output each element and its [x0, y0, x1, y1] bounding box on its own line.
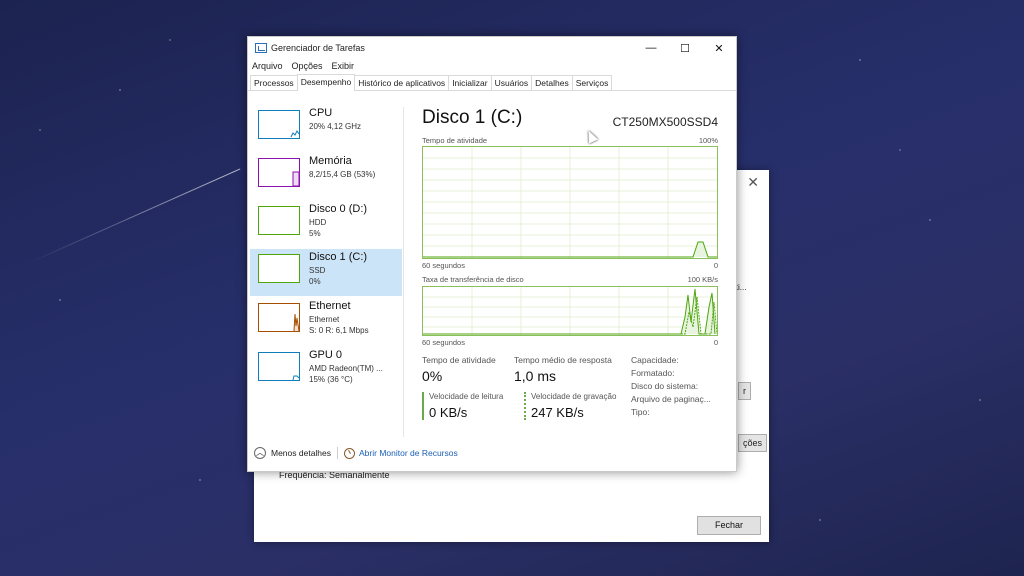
task-manager-window: Gerenciador de Tarefas — ☐ ✕ Arquivo Opç… — [247, 36, 737, 472]
sidebar-item-detail: AMD Radeon(TM) ... — [309, 364, 383, 373]
prop-capacidade: Capacidade: — [631, 355, 679, 365]
cpu-thumbnail — [258, 110, 300, 139]
task-manager-icon — [255, 43, 267, 53]
menu-arquivo[interactable]: Arquivo — [252, 61, 283, 71]
sidebar-item-gpu[interactable]: GPU 0 AMD Radeon(TM) ... 15% (36 °C) — [250, 347, 402, 394]
gpu-thumbnail — [258, 352, 300, 381]
menu-bar: Arquivo Opções Exibir — [248, 59, 736, 73]
resource-monitor-icon — [344, 447, 356, 459]
dialog-side-button-2[interactable]: ções — [738, 434, 768, 452]
active-time-label: Tempo de atividade — [422, 355, 496, 365]
menu-exibir[interactable]: Exibir — [332, 61, 355, 71]
sidebar-item-detail: Ethernet — [309, 315, 340, 324]
tab-bar: Processos Desempenho Histórico de aplica… — [248, 74, 736, 91]
active-time-graph — [422, 146, 718, 259]
chevron-up-icon[interactable]: ︿ — [254, 447, 266, 459]
sidebar-item-label: Memória — [309, 155, 352, 167]
sidebar-item-detail: SSD — [309, 266, 326, 275]
dialog-close-icon[interactable]: ✕ — [747, 174, 759, 191]
graph2-xleft: 60 segundos — [422, 338, 465, 347]
title-bar[interactable]: Gerenciador de Tarefas — ☐ ✕ — [248, 37, 736, 59]
prop-disco-sistema: Disco do sistema: — [631, 381, 699, 391]
sidebar-item-usage: 15% (36 °C) — [309, 375, 353, 384]
read-speed-label: Velocidade de leitura — [429, 392, 504, 401]
tab-historico[interactable]: Histórico de aplicativos — [354, 75, 450, 90]
sidebar-item-detail: 20% 4,12 GHz — [309, 122, 362, 131]
graph1-xleft: 60 segundos — [422, 261, 465, 270]
disk1-thumbnail — [258, 254, 300, 283]
menu-opcoes[interactable]: Opções — [292, 61, 323, 71]
graph1-label: Tempo de atividade — [422, 136, 488, 145]
sidebar-item-usage: 0% — [309, 277, 321, 286]
tab-detalhes[interactable]: Detalhes — [531, 75, 573, 90]
read-speed-box: Velocidade de leitura 0 KB/s — [422, 392, 503, 420]
sidebar-item-detail: HDD — [309, 218, 327, 227]
prop-tipo: Tipo: — [631, 407, 650, 417]
tab-desempenho[interactable]: Desempenho — [296, 74, 356, 91]
sidebar-item-disco1[interactable]: Disco 1 (C:) SSD 0% — [250, 249, 402, 296]
sidebar-item-label: GPU 0 — [309, 349, 343, 361]
sidebar-item-label: Disco 0 (D:) — [309, 203, 368, 215]
disk-detail-panel: Disco 1 (C:) CT250MX500SSD4 Tempo de ati… — [420, 105, 724, 435]
window-title: Gerenciador de Tarefas — [271, 43, 365, 53]
write-speed-value: 247 KB/s — [531, 405, 584, 420]
response-time-label: Tempo médio de resposta — [514, 355, 612, 365]
transfer-rate-graph — [422, 286, 718, 336]
panel-divider — [403, 107, 404, 437]
tab-usuarios[interactable]: Usuários — [490, 75, 533, 90]
graph2-max: 100 KB/s — [687, 275, 718, 284]
prop-formatado: Formatado: — [631, 368, 675, 378]
graph2-xright: 0 — [713, 338, 718, 347]
read-speed-value: 0 KB/s — [429, 405, 468, 420]
disk0-thumbnail — [258, 206, 300, 235]
sidebar-item-detail: 8,2/15,4 GB (53%) — [309, 170, 376, 179]
sidebar-item-cpu[interactable]: CPU 20% 4,12 GHz — [250, 105, 402, 152]
active-time-value: 0% — [422, 368, 443, 384]
prop-arquivo-paginacao: Arquivo de paginaç... — [631, 394, 711, 404]
dialog-side-button-1[interactable]: r — [738, 382, 751, 400]
write-speed-box: Velocidade de gravação 247 KB/s — [524, 392, 616, 420]
memory-thumbnail — [258, 158, 300, 187]
graph2-label: Taxa de transferência de disco — [422, 275, 524, 284]
sidebar-item-usage: 5% — [309, 229, 321, 238]
less-details-link[interactable]: Menos detalhes — [271, 448, 331, 458]
write-speed-label: Velocidade de gravação — [531, 392, 617, 401]
sidebar-item-label: Ethernet — [309, 300, 351, 312]
footer-divider — [337, 447, 339, 459]
sidebar-item-label: CPU — [309, 107, 333, 119]
sidebar-item-memoria[interactable]: Memória 8,2/15,4 GB (53%) — [250, 153, 402, 200]
tab-inicializar[interactable]: Inicializar — [448, 75, 492, 90]
graph1-xright: 0 — [713, 261, 718, 270]
open-resource-monitor-link[interactable]: Abrir Monitor de Recursos — [359, 448, 458, 458]
disk-model: CT250MX500SSD4 — [612, 115, 718, 129]
meteor-streak — [29, 168, 241, 263]
maximize-button[interactable]: ☐ — [668, 37, 702, 59]
sidebar-item-disco0[interactable]: Disco 0 (D:) HDD 5% — [250, 201, 402, 248]
close-button[interactable]: ✕ — [702, 37, 736, 59]
sidebar-item-usage: S: 0 R: 6,1 Mbps — [309, 326, 369, 335]
footer-bar: ︿ Menos detalhes Abrir Monitor de Recurs… — [254, 447, 458, 459]
sidebar-item-ethernet[interactable]: Ethernet Ethernet S: 0 R: 6,1 Mbps — [250, 298, 402, 345]
page-title: Disco 1 (C:) — [422, 107, 523, 128]
close-button[interactable]: Fechar — [697, 516, 761, 535]
performance-sidebar: CPU 20% 4,12 GHz Memória 8,2/15,4 GB (53… — [250, 105, 402, 435]
tab-servicos[interactable]: Serviços — [571, 75, 613, 90]
response-time-value: 1,0 ms — [514, 368, 557, 384]
tab-processos[interactable]: Processos — [250, 75, 298, 90]
minimize-button[interactable]: — — [634, 37, 668, 59]
ethernet-thumbnail — [258, 303, 300, 332]
graph1-max: 100% — [698, 136, 718, 145]
sidebar-item-label: Disco 1 (C:) — [309, 251, 368, 263]
